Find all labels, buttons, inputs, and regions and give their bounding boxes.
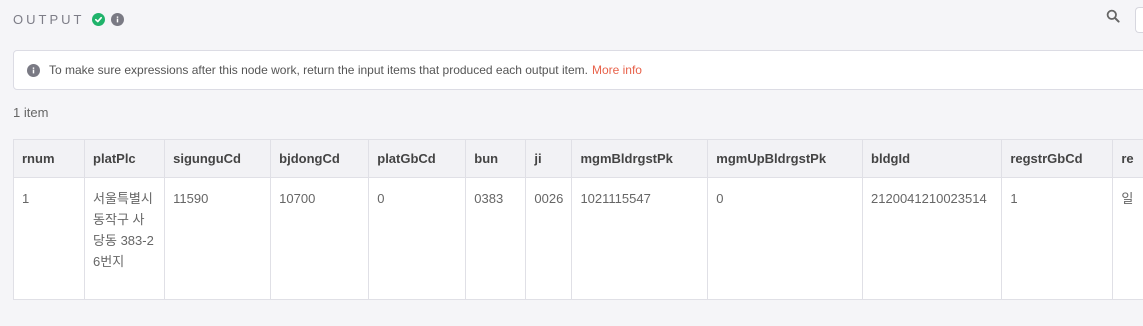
- search-icon: [1106, 9, 1120, 28]
- column-header: bjdongCd: [270, 139, 370, 178]
- more-info-link[interactable]: More info: [592, 63, 642, 77]
- output-panel: OUTPUT To make sure expressions after th…: [0, 0, 1143, 326]
- column-header: re: [1112, 139, 1143, 178]
- column-header: regstrGbCd: [1001, 139, 1114, 178]
- table-cell: 0: [707, 177, 864, 300]
- table-cell: 1: [13, 177, 86, 300]
- column-header: bldgId: [862, 139, 1003, 178]
- column-header: platPlc: [84, 139, 166, 178]
- check-circle-icon: [92, 12, 106, 26]
- column-header: mgmBldrgstPk: [571, 139, 709, 178]
- table-cell: 0383: [465, 177, 527, 300]
- column-header: sigunguCd: [164, 139, 272, 178]
- table-cell: 11590: [164, 177, 272, 300]
- search-button[interactable]: [1103, 8, 1123, 28]
- output-header: OUTPUT: [13, 8, 125, 30]
- notice-text: To make sure expressions after this node…: [49, 63, 588, 77]
- table-cell: 0026: [525, 177, 573, 300]
- info-icon: [27, 63, 40, 77]
- table-row: 1 서울특별시 동작구 사당동 383-26번지 11590 10700 0 0…: [13, 177, 1143, 300]
- item-count: 1 item: [13, 105, 49, 120]
- display-mode-toggle[interactable]: [1135, 7, 1143, 33]
- table-cell: 서울특별시 동작구 사당동 383-26번지: [84, 177, 166, 300]
- output-table: rnum platPlc sigunguCd bjdongCd platGbCd…: [13, 139, 1143, 300]
- table-cell: 1021115547: [571, 177, 709, 300]
- output-title: OUTPUT: [13, 11, 85, 27]
- column-header: platGbCd: [368, 139, 467, 178]
- column-header: mgmUpBldrgstPk: [707, 139, 864, 178]
- output-table-container[interactable]: rnum platPlc sigunguCd bjdongCd platGbCd…: [13, 139, 1143, 300]
- notice-banner: To make sure expressions after this node…: [13, 50, 1143, 90]
- info-icon[interactable]: [111, 12, 125, 26]
- table-cell: 10700: [270, 177, 370, 300]
- table-header-row: rnum platPlc sigunguCd bjdongCd platGbCd…: [13, 139, 1143, 178]
- column-header: ji: [525, 139, 573, 178]
- table-cell: 1: [1001, 177, 1114, 300]
- table-cell: 2120041210023514: [862, 177, 1003, 300]
- table-cell: 일: [1112, 177, 1143, 300]
- table-cell: 0: [368, 177, 467, 300]
- column-header: bun: [465, 139, 527, 178]
- column-header: rnum: [13, 139, 86, 178]
